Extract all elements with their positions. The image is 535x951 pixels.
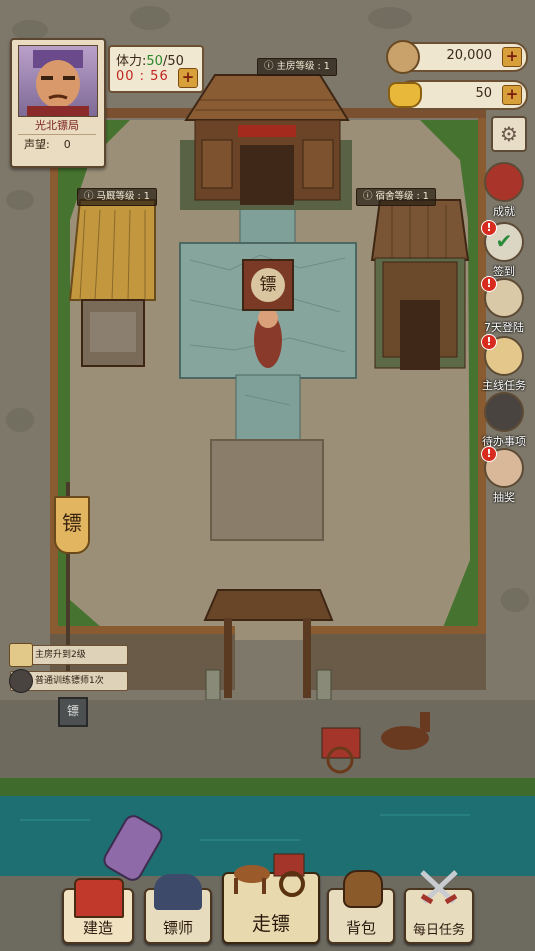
todo-icon <box>484 392 524 432</box>
nav-build-button[interactable]: 建造 <box>62 878 134 944</box>
info-icon: ⓘ <box>363 191 376 202</box>
horse-cart-icon <box>230 848 312 898</box>
escort-banner: 镖 <box>54 496 90 554</box>
player-name: 光北镖局 <box>18 118 96 135</box>
add-coin-button[interactable]: + <box>502 47 522 67</box>
side-seven-day-label: 7天登陆 <box>484 321 524 334</box>
info-icon: ⓘ <box>84 191 97 202</box>
nav-escort-master-label: 镖师 <box>162 919 193 937</box>
seven-day-badge: ! <box>481 276 497 292</box>
stamina-max: /50 <box>162 54 184 69</box>
side-checkin[interactable]: ! ✔ 签到 <box>481 220 527 282</box>
build-house-icon <box>74 878 124 918</box>
seven-day-login-icon: ! <box>481 276 524 318</box>
player-portrait-card[interactable]: 光北镖局 声望: 0 <box>10 38 106 168</box>
helmet-icon <box>9 669 33 693</box>
swords-svg <box>420 870 458 905</box>
main-quest-badge: ! <box>481 334 497 350</box>
reputation-value: 0 <box>63 138 71 151</box>
task-note-upgrade-text: 主房升到2级 <box>35 650 86 660</box>
checkin-badge: ! <box>481 220 497 236</box>
gold-ingot-icon <box>388 82 422 108</box>
add-gold-button[interactable]: + <box>502 85 522 105</box>
task-note-train-text: 普通训练镖师1次 <box>35 676 104 686</box>
add-stamina-button[interactable]: + <box>178 68 198 88</box>
nav-go-escort-button[interactable]: 走镖 <box>222 853 320 944</box>
player-avatar <box>18 45 98 117</box>
coin-icon <box>386 40 420 74</box>
stamina-current: 50 <box>146 54 163 69</box>
nav-build-label: 建造 <box>82 919 113 937</box>
lottery-badge: ! <box>481 446 497 462</box>
side-seven-day[interactable]: ! 7天登陆 <box>481 276 527 338</box>
nav-daily-label: 每日任务 <box>412 923 465 938</box>
avatar-face-icon <box>27 50 89 116</box>
stamina-row: 体力:50/50 <box>116 50 184 69</box>
gold-amount: 50 <box>475 86 492 101</box>
nav-backpack-button[interactable]: 背包 <box>327 870 395 944</box>
settings-button[interactable]: ⚙ <box>491 116 527 152</box>
achievement-icon <box>484 162 524 202</box>
side-lottery-label: 抽奖 <box>493 491 515 504</box>
escort-post: 镖 <box>58 697 88 727</box>
checkin-icon: ! ✔ <box>481 220 524 262</box>
side-todo[interactable]: 待办事项 <box>481 392 527 452</box>
dorm-level-label[interactable]: ⓘ 宿舍等级 : 1 <box>356 188 436 206</box>
stamina-label: 体力: <box>116 54 147 69</box>
side-achievement-label: 成就 <box>493 205 515 218</box>
lottery-icon: ! <box>481 446 524 488</box>
nav-escort-master-button[interactable]: 镖师 <box>144 874 212 944</box>
reputation: 声望: 0 <box>18 136 96 154</box>
side-main-quest[interactable]: ! 主线任务 <box>481 334 527 396</box>
banner-char: 镖 <box>62 511 82 535</box>
task-note-upgrade[interactable]: 主房升到2级 <box>9 643 128 667</box>
crossed-swords-icon <box>418 870 460 905</box>
horse-cart-svg <box>234 853 305 897</box>
task-note-train[interactable]: 普通训练镖师1次 <box>9 669 128 693</box>
coin-amount: 20,000 <box>446 48 493 63</box>
stable-level-label[interactable]: ⓘ 马厩等级 : 1 <box>77 188 157 206</box>
side-achievement[interactable]: 成就 <box>481 162 527 222</box>
escort-sign[interactable]: 镖 <box>251 268 285 302</box>
info-icon: ⓘ <box>264 61 277 72</box>
nav-go-escort-label: 走镖 <box>251 913 290 935</box>
stamina-timer: 00 : 56 <box>116 69 169 84</box>
reputation-label: 声望: <box>24 138 50 151</box>
scroll-icon <box>9 643 33 667</box>
nav-backpack-label: 背包 <box>345 919 376 937</box>
main-quest-icon: ! <box>481 334 524 376</box>
main-house-level-label[interactable]: ⓘ 主房等级 : 1 <box>257 58 337 76</box>
stamina-panel: 体力:50/50 00 : 56 + <box>108 45 204 93</box>
backpack-bag-icon <box>343 870 383 908</box>
escort-master-icon <box>154 874 202 910</box>
side-lottery[interactable]: ! 抽奖 <box>481 446 527 508</box>
gear-icon: ⚙ <box>500 122 518 146</box>
nav-daily-button[interactable]: 每日任务 <box>404 870 474 944</box>
side-main-quest-label: 主线任务 <box>482 379 526 392</box>
